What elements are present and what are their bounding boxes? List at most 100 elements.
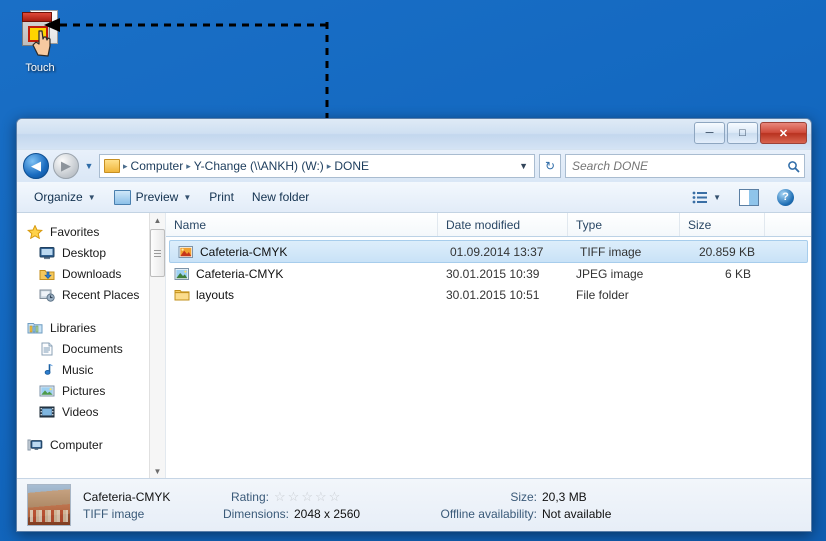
forward-button[interactable]: ▶	[53, 153, 79, 179]
star-icon[interactable]: ☆	[315, 490, 327, 503]
scroll-down-arrow-icon[interactable]: ▼	[150, 464, 165, 478]
window-body: Favorites Desktop Downloads Recent Place…	[17, 213, 811, 478]
sidebar-item-label: Desktop	[62, 245, 107, 260]
scroll-up-arrow-icon[interactable]: ▲	[150, 213, 165, 227]
sidebar-item-recent-places[interactable]: Recent Places	[17, 284, 165, 305]
recent-pages-caret-icon[interactable]: ▼	[83, 161, 95, 171]
sidebar-item-videos[interactable]: Videos	[17, 401, 165, 422]
size-value: 20,3 MB	[542, 489, 587, 504]
preview-label: Preview	[135, 190, 179, 204]
address-dropdown-caret-icon[interactable]: ▼	[519, 161, 530, 171]
sidebar-group-label: Favorites	[50, 224, 100, 239]
star-icon[interactable]: ☆	[288, 490, 300, 503]
rating-stars[interactable]: ☆ ☆ ☆ ☆ ☆	[269, 490, 340, 503]
sidebar-group-computer[interactable]: Computer	[17, 434, 165, 455]
desktop-icon	[39, 246, 55, 259]
file-name-label: Cafeteria-CMYK	[200, 244, 288, 259]
star-icon[interactable]: ☆	[274, 490, 286, 503]
column-header-date-modified[interactable]: Date modified	[438, 213, 568, 236]
documents-icon	[41, 342, 53, 355]
help-button[interactable]: ?	[768, 186, 803, 209]
back-button[interactable]: ◀	[23, 153, 49, 179]
refresh-button[interactable]: ↻	[539, 154, 561, 178]
column-header-type[interactable]: Type	[568, 213, 680, 236]
search-icon	[788, 160, 800, 173]
file-type-cell: TIFF image	[580, 244, 642, 259]
file-rows: Cafeteria-CMYK 01.09.2014 13:37 TIFF ima…	[166, 237, 811, 478]
chevron-down-icon: ▼	[87, 192, 96, 202]
search-input[interactable]	[570, 158, 787, 174]
sidebar-item-pictures[interactable]: Pictures	[17, 380, 165, 401]
desktop-icon-label: Touch	[25, 62, 55, 74]
breadcrumb-item-done[interactable]: DONE	[334, 159, 369, 173]
preview-button[interactable]: Preview ▼	[105, 187, 201, 208]
music-icon	[44, 363, 53, 375]
sidebar-scrollbar[interactable]: ▲ ▼	[149, 213, 165, 478]
show-preview-pane-button[interactable]	[730, 186, 768, 209]
address-bar: ◀ ▶ ▼ ▸ Computer ▸ Y-Change (\\ANKH) (W:…	[17, 150, 811, 182]
scrollbar-thumb[interactable]	[150, 229, 165, 277]
breadcrumb[interactable]: ▸ Computer ▸ Y-Change (\\ANKH) (W:) ▸ DO…	[99, 154, 535, 178]
file-type-cell: JPEG image	[576, 266, 644, 281]
file-date-cell: 30.01.2015 10:39	[446, 266, 540, 281]
file-name-cell: Cafeteria-CMYK	[170, 245, 442, 259]
table-row[interactable]: layouts 30.01.2015 10:51 File folder	[166, 284, 811, 305]
details-file-type: TIFF image	[83, 506, 145, 521]
window-titlebar[interactable]: ─ □ ✕	[17, 119, 811, 150]
file-thumbnail	[27, 484, 71, 526]
jpeg-image-icon	[174, 267, 189, 280]
file-name-cell: layouts	[166, 288, 438, 302]
folder-icon	[104, 159, 120, 173]
file-size-cell: 20.859 KB	[698, 244, 755, 259]
computer-icon	[27, 439, 43, 450]
sidebar-item-music[interactable]: Music	[17, 359, 165, 380]
column-header-size[interactable]: Size	[680, 213, 765, 236]
sidebar-item-documents[interactable]: Documents	[17, 338, 165, 359]
hand-pointer-icon	[32, 30, 51, 57]
column-headers: Name Date modified Type Size	[166, 213, 811, 237]
print-button[interactable]: Print	[200, 187, 243, 207]
folder-icon	[174, 289, 190, 300]
star-icon[interactable]: ☆	[329, 490, 341, 503]
star-icon[interactable]: ☆	[301, 490, 313, 503]
window-controls: ─ □ ✕	[694, 122, 807, 144]
change-view-button[interactable]: ▼	[683, 188, 730, 207]
breadcrumb-item-computer[interactable]: Computer	[131, 159, 184, 173]
help-icon: ?	[777, 188, 794, 206]
star-icon	[27, 224, 43, 239]
details-pane: Cafeteria-CMYK TIFF image Rating: ☆ ☆ ☆ …	[17, 478, 811, 531]
desktop-icon-touch[interactable]: Touch	[8, 8, 72, 74]
sidebar-group-favorites[interactable]: Favorites	[17, 221, 165, 242]
dimensions-label: Dimensions:	[222, 506, 289, 521]
file-list-pane: Name Date modified Type Size Cafeteria-C…	[166, 213, 811, 478]
offline-availability-label: Offline availability:	[440, 506, 538, 521]
touch-app-icon	[16, 8, 64, 60]
table-row[interactable]: Cafeteria-CMYK 30.01.2015 10:39 JPEG ima…	[166, 263, 811, 284]
sidebar-item-desktop[interactable]: Desktop	[17, 242, 165, 263]
sidebar-item-downloads[interactable]: Downloads	[17, 263, 165, 284]
details-name-block: Cafeteria-CMYK TIFF image	[83, 490, 201, 521]
details-offline-row: Offline availability: Not available	[425, 506, 612, 521]
sidebar-item-label: Videos	[62, 404, 99, 419]
file-date-cell: 01.09.2014 13:37	[450, 244, 544, 259]
file-name-label: layouts	[196, 287, 235, 302]
pictures-icon	[39, 385, 55, 396]
new-folder-label: New folder	[251, 190, 310, 204]
sidebar-group-libraries[interactable]: Libraries	[17, 317, 165, 338]
file-date-cell: 30.01.2015 10:51	[446, 287, 540, 302]
close-button[interactable]: ✕	[760, 122, 807, 144]
new-folder-button[interactable]: New folder	[243, 187, 318, 207]
breadcrumb-separator-2: ▸	[326, 160, 332, 171]
file-type-cell: File folder	[576, 287, 629, 302]
dimensions-value: 2048 x 2560	[294, 506, 361, 521]
minimize-button[interactable]: ─	[694, 122, 725, 144]
details-size-block: Size: 20,3 MB Offline availability: Not …	[425, 489, 612, 521]
table-row[interactable]: Cafeteria-CMYK 01.09.2014 13:37 TIFF ima…	[169, 240, 808, 263]
details-dimensions-row: Dimensions: 2048 x 2560	[213, 507, 413, 521]
organize-button[interactable]: Organize ▼	[25, 187, 105, 207]
column-header-name[interactable]: Name	[166, 213, 438, 236]
maximize-button[interactable]: □	[727, 122, 758, 144]
sidebar-item-label: Pictures	[62, 383, 106, 398]
search-box[interactable]	[565, 154, 805, 178]
breadcrumb-item-drive[interactable]: Y-Change (\\ANKH) (W:)	[194, 159, 324, 173]
